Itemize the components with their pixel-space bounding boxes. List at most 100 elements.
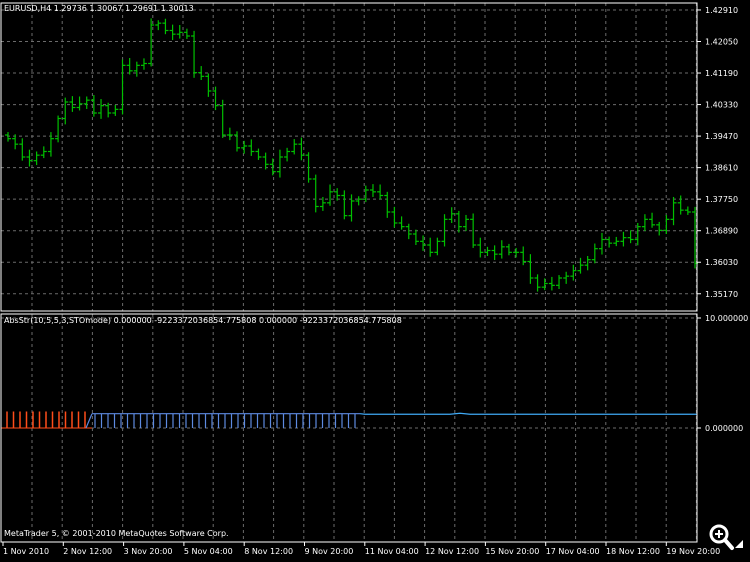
ohlc-bar [405, 223, 412, 240]
ohlc-bar [598, 232, 605, 255]
time-tick-label: 2 Nov 12:00 [63, 547, 112, 556]
ohlc-bar [341, 190, 348, 220]
ohlc-bar [248, 139, 255, 156]
ohlc-bar [513, 247, 520, 258]
ohlc-bar [183, 28, 190, 39]
ohlc-bar [627, 230, 634, 244]
main-grid [1, 3, 697, 311]
price-tick-label: 1.37750 [705, 195, 738, 204]
ohlc-bar [684, 206, 691, 215]
price-tick-label: 1.42050 [705, 38, 738, 47]
ohlc-bar [198, 66, 205, 80]
ohlc-bar [19, 138, 26, 161]
ohlc-bar [613, 236, 620, 247]
time-tick-label: 18 Nov 12:00 [606, 547, 660, 556]
ohlc-bar [398, 216, 405, 230]
ohlc-bar [98, 99, 105, 119]
ohlc-bar [219, 99, 226, 138]
zoom-icon[interactable] [706, 520, 746, 556]
ohlc-bar [305, 152, 312, 183]
ohlc-bar [377, 184, 384, 200]
indicator-axis: 10.000000 0.000000 [697, 314, 748, 433]
price-axis: 1.42910 1.42050 1.41190 1.40330 1.39470 1.386… [697, 6, 738, 299]
ohlc-bar [162, 18, 169, 35]
price-tick-label: 1.42910 [705, 6, 738, 15]
ohlc-bar [226, 127, 233, 141]
ohlc-bar [677, 195, 684, 215]
ohlc-bar [649, 212, 656, 228]
ohlc-bar [76, 96, 83, 111]
ohlc-bar [477, 237, 484, 258]
ohlc-bar [541, 278, 548, 291]
price-tick-label: 1.36030 [705, 258, 738, 267]
ohlc-bar [234, 131, 240, 152]
ohlc-bar [591, 243, 598, 264]
ohlc-bar [55, 115, 62, 143]
time-tick-label: 1 Nov 2010 [3, 547, 49, 556]
ohlc-bar [463, 214, 469, 232]
indicator-line [359, 412, 697, 415]
indicator-tick-label: 10.000000 [705, 314, 748, 323]
ohlc-bar [641, 214, 648, 232]
ohlc-bar [133, 61, 140, 77]
price-tick-label: 1.40330 [705, 101, 738, 110]
indicator-tick-label: 0.000000 [705, 424, 743, 433]
ohlc-bar [5, 132, 11, 142]
ohlc-bar [169, 24, 176, 41]
ohlc-bar [534, 274, 541, 292]
ohlc-bar [262, 152, 269, 170]
price-tick-label: 1.39470 [705, 132, 738, 141]
histogram-rise [85, 413, 93, 429]
indicator-header: AbsStr(10,5,5,3,STOmode) 0.000000 -92233… [4, 316, 402, 325]
ohlc-bar [448, 207, 455, 223]
ohlc-bar [620, 231, 627, 247]
ohlc-bar [312, 174, 319, 213]
ohlc-bar [584, 256, 591, 271]
ohlc-bar [577, 257, 584, 274]
ohlc-bar [491, 245, 498, 261]
ohlc-bar [348, 194, 355, 222]
ohlc-bar [606, 236, 613, 248]
ohlc-bar [90, 95, 97, 117]
ohlc-bar [563, 271, 570, 284]
ohlc-bar [269, 158, 276, 176]
ohlc-bar [455, 210, 462, 233]
price-tick-label: 1.41190 [705, 69, 738, 78]
ohlc-bar [548, 276, 555, 291]
ohlc-bar [155, 20, 162, 31]
price-tick-label: 1.38610 [705, 164, 738, 173]
ohlc-bar [62, 97, 69, 125]
ohlc-bar [276, 149, 283, 178]
time-tick-label: 15 Nov 20:00 [485, 547, 539, 556]
ohlc-bar [434, 237, 441, 256]
ohlc-bar [119, 59, 126, 115]
price-tick-label: 1.35170 [705, 290, 738, 299]
ohlc-bar [33, 151, 40, 166]
ohlc-bar [205, 73, 212, 97]
time-tick-label: 17 Nov 04:00 [546, 547, 600, 556]
ohlc-bar [327, 184, 334, 206]
copyright-text: MetaTrader 5, © 2001-2010 MetaQuotes Sof… [4, 529, 229, 538]
ohlc-bar [255, 148, 262, 160]
time-tick-label: 12 Nov 12:00 [425, 547, 479, 556]
ohlc-bar [427, 237, 434, 257]
ohlc-bar [656, 221, 663, 236]
time-tick-label: 8 Nov 12:00 [244, 547, 293, 556]
ohlc-bar [69, 96, 76, 112]
time-tick-label: 9 Nov 20:00 [305, 547, 354, 556]
main-pane-border [0, 2, 698, 312]
ohlc-bar [112, 104, 119, 116]
price-chart[interactable]: 1.42910 1.42050 1.41190 1.40330 1.39470 1.386… [0, 0, 750, 562]
ohlc-bar [384, 191, 391, 218]
time-axis: 1 Nov 2010 2 Nov 12:00 3 Nov 20:00 5 Nov 04… [2, 542, 720, 556]
ohlc-bar [505, 243, 512, 256]
ohlc-bar [26, 149, 33, 167]
ohlc-bar [83, 96, 90, 109]
ohlc-bar [391, 206, 398, 228]
ohlc-bars [5, 18, 698, 292]
ohlc-bar [498, 240, 505, 259]
indicator-histogram [1, 411, 697, 429]
ohlc-bar [556, 275, 563, 289]
time-tick-label: 3 Nov 20:00 [124, 547, 173, 556]
ohlc-bar [140, 58, 147, 70]
